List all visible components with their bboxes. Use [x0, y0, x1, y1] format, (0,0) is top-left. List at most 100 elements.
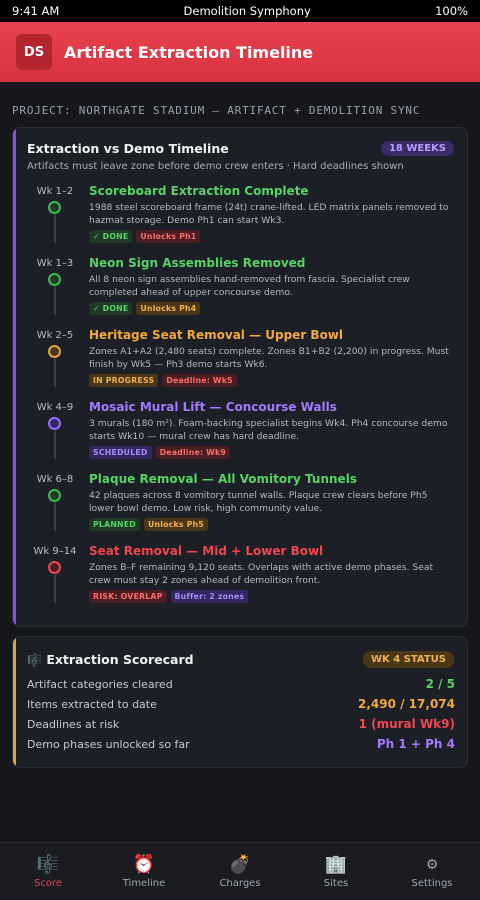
timeline-connector: [53, 431, 56, 459]
timeline-connector: [53, 575, 56, 603]
timeline-title: Extraction vs Demo Timeline: [27, 141, 229, 156]
status-tag: Deadline: Wk9: [155, 446, 230, 459]
timeline-entry[interactable]: Wk 2–5 Heritage Seat Removal — Upper Bowl…: [13, 328, 467, 400]
alarm-clock-icon: ⏰: [132, 854, 156, 875]
entry-week: Wk 6–8: [36, 474, 74, 485]
scorecard-title-wrap: 🎼 Extraction Scorecard: [27, 652, 194, 667]
entry-description: Zones B–F remaining 9,120 seats. Overlap…: [89, 562, 434, 586]
score-value: 2 / 5: [425, 677, 455, 691]
score-row: Items extracted to date 2,490 / 17,074: [13, 694, 467, 714]
status-bar: 9:41 AM Demolition Symphony 100%: [0, 0, 480, 22]
timeline-connector: [53, 503, 56, 531]
entry-title: Heritage Seat Removal — Upper Bowl: [89, 328, 344, 342]
scorecard-card: 🎼 Extraction Scorecard WK 4 STATUS Artif…: [12, 636, 468, 768]
nav-charges[interactable]: 💣 Charges: [192, 854, 288, 889]
nav-sites[interactable]: 🏢 Sites: [288, 854, 384, 889]
status-tag: Unlocks Ph1: [136, 230, 201, 243]
page-title: Artifact Extraction Timeline: [64, 42, 314, 62]
entry-week: Wk 4–9: [36, 402, 74, 413]
status-dot-icon: [48, 201, 61, 214]
timeline-subtitle: Artifacts must leave zone before demo cr…: [27, 161, 404, 172]
status-time: 9:41 AM: [12, 4, 60, 18]
status-tag: RISK: OVERLAP: [89, 590, 167, 603]
nav-label: Sites: [323, 878, 349, 889]
entry-description: Zones A1+A2 (2,480 seats) complete. Zone…: [89, 346, 449, 370]
score-label: Artifact categories cleared: [27, 677, 173, 691]
status-tag: PLANNED: [89, 518, 140, 531]
timeline-connector: [53, 287, 56, 315]
entry-tags: PLANNED Unlocks Ph5: [89, 518, 455, 531]
bottom-nav: 🎼 Score ⏰ Timeline 💣 Charges 🏢 Sites ⚙ Settings: [0, 842, 480, 900]
app-logo: DS: [16, 34, 52, 70]
entry-title: Plaque Removal — All Vomitory Tunnels: [89, 472, 357, 486]
entry-description: 1988 steel scoreboard frame (24t) crane-…: [89, 202, 449, 226]
building-icon: 🏢: [324, 854, 348, 875]
entry-title: Mosaic Mural Lift — Concourse Walls: [89, 400, 337, 414]
nav-label: Charges: [219, 878, 261, 889]
timeline-card: Extraction vs Demo Timeline 18 WEEKS Art…: [12, 127, 468, 627]
status-dot-icon: [48, 273, 61, 286]
score-label: Items extracted to date: [27, 697, 157, 711]
timeline-entry[interactable]: Wk 1–3 Neon Sign Assemblies Removed All 8 …: [13, 256, 467, 328]
status-dot-icon: [48, 561, 61, 574]
entry-description: All 8 neon sign assemblies hand-removed …: [89, 274, 410, 298]
timeline-list: Wk 1–2 Scoreboard Extraction Complete 1988…: [13, 184, 467, 616]
status-badge: WK 4 STATUS: [362, 651, 454, 668]
score-row: Artifact categories cleared 2 / 5: [13, 674, 467, 694]
status-tag: Buffer: 2 zones: [170, 590, 249, 603]
status-tag: ✓ DONE: [89, 230, 133, 243]
entry-title: Seat Removal — Mid + Lower Bowl: [89, 544, 324, 558]
status-tag: Unlocks Ph4: [136, 302, 201, 315]
timeline-entry[interactable]: Wk 1–2 Scoreboard Extraction Complete 1988…: [13, 184, 467, 256]
status-battery: 100%: [435, 4, 468, 18]
score-value: Ph 1 + Ph 4: [376, 737, 455, 751]
nav-label: Settings: [411, 878, 453, 889]
bomb-icon: 💣: [228, 854, 252, 875]
timeline-entry[interactable]: Wk 9–14 Seat Removal — Mid + Lower Bowl Zo…: [13, 544, 467, 616]
entry-week: Wk 1–2: [36, 186, 74, 197]
status-tag: SCHEDULED: [89, 446, 152, 459]
status-dot-icon: [48, 417, 61, 430]
entry-title: Neon Sign Assemblies Removed: [89, 256, 306, 270]
entry-tags: SCHEDULED Deadline: Wk9: [89, 446, 455, 459]
entry-week: Wk 1–3: [36, 258, 74, 269]
status-tag: Deadline: Wk5: [162, 374, 237, 387]
timeline-connector: [53, 215, 56, 243]
status-tag: Unlocks Ph5: [143, 518, 208, 531]
app-header: DS Artifact Extraction Timeline: [0, 22, 480, 82]
entry-week: Wk 9–14: [33, 546, 77, 557]
timeline-entry[interactable]: Wk 4–9 Mosaic Mural Lift — Concourse Wall…: [13, 400, 467, 472]
nav-score[interactable]: 🎼 Score: [0, 854, 96, 889]
scorecard-title: Extraction Scorecard: [46, 652, 194, 667]
nav-label: Score: [33, 878, 62, 889]
entry-description: 3 murals (180 m²). Foam-backing speciali…: [89, 418, 448, 442]
score-row: Deadlines at risk 1 (mural Wk9): [13, 714, 467, 734]
entry-title: Scoreboard Extraction Complete: [89, 184, 309, 198]
gear-icon: ⚙: [425, 857, 439, 873]
score-value: 1 (mural Wk9): [358, 717, 455, 731]
timeline-connector: [53, 359, 56, 387]
score-value: 2,490 / 17,074: [357, 697, 455, 711]
entry-tags: ✓ DONE Unlocks Ph1: [89, 230, 455, 243]
nav-label: Timeline: [122, 878, 166, 889]
status-title: Demolition Symphony: [183, 4, 311, 18]
entry-description: 42 plaques across 8 vomitory tunnel wall…: [89, 490, 428, 514]
score-icon: 🎼: [27, 653, 42, 667]
weeks-badge: 18 WEEKS: [380, 141, 454, 156]
score-label: Deadlines at risk: [27, 717, 120, 731]
nav-settings[interactable]: ⚙ Settings: [384, 854, 480, 889]
status-tag: ✓ DONE: [89, 302, 133, 315]
score-row: Demo phases unlocked so far Ph 1 + Ph 4: [13, 734, 467, 754]
entry-tags: RISK: OVERLAP Buffer: 2 zones: [89, 590, 455, 603]
entry-tags: IN PROGRESS Deadline: Wk5: [89, 374, 455, 387]
status-dot-icon: [48, 345, 61, 358]
score-label: Demo phases unlocked so far: [27, 737, 190, 751]
status-dot-icon: [48, 489, 61, 502]
timeline-entry[interactable]: Wk 6–8 Plaque Removal — All Vomitory Tunn…: [13, 472, 467, 544]
score-icon: 🎼: [36, 854, 60, 875]
entry-tags: ✓ DONE Unlocks Ph4: [89, 302, 455, 315]
status-tag: IN PROGRESS: [89, 374, 159, 387]
entry-week: Wk 2–5: [36, 330, 74, 341]
project-label: PROJECT: NORTHGATE STADIUM — ARTIFACT + …: [12, 104, 421, 117]
nav-timeline[interactable]: ⏰ Timeline: [96, 854, 192, 889]
